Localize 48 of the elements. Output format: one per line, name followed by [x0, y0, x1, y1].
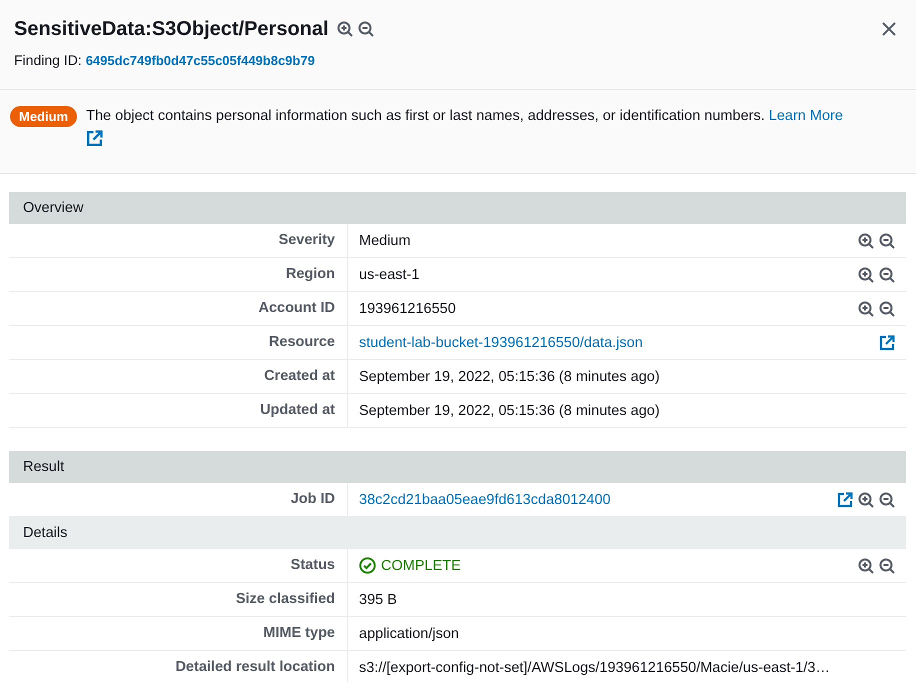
field-value: Medium — [359, 232, 411, 248]
field-value: September 19, 2022, 05:15:36 (8 minutes ago) — [359, 368, 660, 384]
resource-link[interactable]: 38c2cd21baa05eae9fd613cda8012400 — [359, 492, 611, 508]
zoom-in-icon[interactable] — [858, 266, 874, 282]
check-circle-icon — [359, 557, 376, 574]
zoom-out-icon[interactable] — [358, 21, 374, 37]
field-label: MIME type — [9, 617, 348, 650]
field-label: Size classified — [9, 583, 348, 616]
field-value: us-east-1 — [359, 266, 420, 282]
learn-more-link[interactable]: Learn More — [768, 108, 843, 124]
field-label: Updated at — [9, 394, 348, 427]
field-value: s3://[export-config-not-set]/AWSLogs/193961216550/Macie/us-east-1/3… — [359, 660, 830, 676]
zoom-in-icon[interactable] — [858, 558, 874, 574]
close-icon[interactable] — [881, 21, 897, 37]
field-label: Created at — [9, 360, 348, 393]
section-header: Result — [9, 451, 906, 483]
resource-link[interactable]: student-lab-bucket-193961216550/data.json — [359, 334, 643, 350]
external-link-icon[interactable] — [879, 334, 895, 350]
finding-id-label: Finding ID: — [14, 52, 82, 68]
zoom-out-icon[interactable] — [879, 492, 895, 508]
section-header: Overview — [9, 192, 906, 224]
finding-title: SensitiveData:S3Object/Personal — [14, 18, 329, 40]
field-label: Status — [9, 549, 348, 582]
field-label: Severity — [9, 224, 348, 257]
zoom-in-icon[interactable] — [858, 232, 874, 248]
zoom-out-icon[interactable] — [879, 558, 895, 574]
field-label: Detailed result location — [9, 651, 348, 682]
zoom-out-icon[interactable] — [879, 300, 895, 316]
zoom-out-icon[interactable] — [879, 232, 895, 248]
field-value: 193961216550 — [359, 300, 456, 316]
field-label: Region — [9, 258, 348, 291]
external-link-icon[interactable] — [837, 492, 853, 508]
field-value: application/json — [359, 626, 459, 642]
finding-id-link[interactable]: 6495dc749fb0d47c55c05f449b8c9b79 — [86, 53, 315, 68]
status-value: COMPLETE — [381, 558, 461, 574]
zoom-out-icon[interactable] — [879, 266, 895, 282]
description-text: The object contains personal information such as first or last names, addresses, or identification numbers. Learn More — [86, 107, 843, 126]
field-label: Job ID — [9, 483, 348, 516]
field-label: Resource — [9, 326, 348, 359]
field-value: 395 B — [359, 592, 397, 608]
zoom-in-icon[interactable] — [858, 300, 874, 316]
zoom-in-icon[interactable] — [336, 21, 353, 37]
field-value: September 19, 2022, 05:15:36 (8 minutes ago) — [359, 402, 660, 418]
severity-badge: Medium — [10, 106, 78, 127]
section-header: Details — [9, 517, 906, 549]
external-link-icon[interactable] — [86, 130, 104, 147]
zoom-in-icon[interactable] — [858, 492, 874, 508]
field-label: Account ID — [9, 292, 348, 325]
